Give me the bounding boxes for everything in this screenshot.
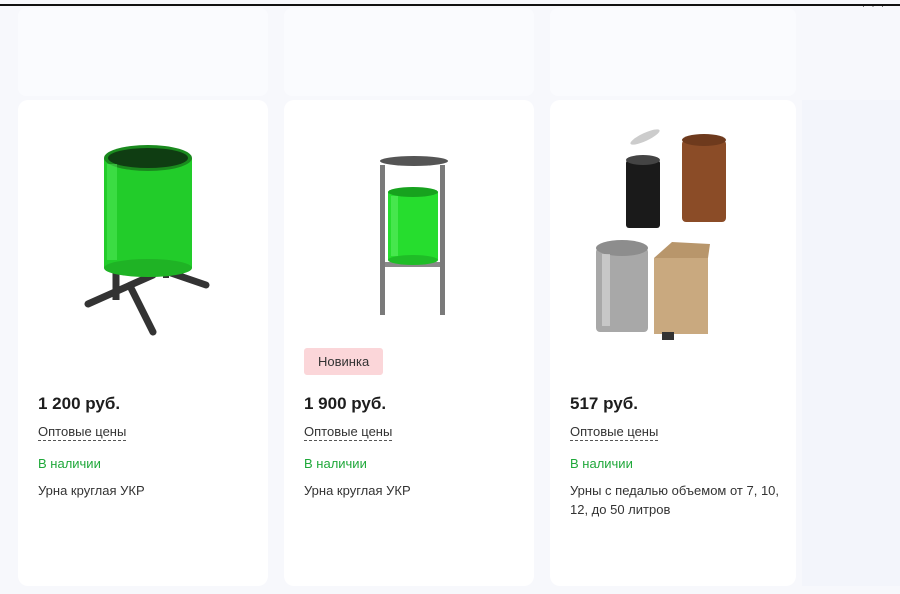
next-card-peek [802, 100, 900, 586]
wholesale-prices-link[interactable]: Оптовые цены [304, 424, 393, 441]
product-name-link[interactable]: Урна круглая УКР [38, 481, 253, 500]
stock-status: В наличии [38, 456, 101, 471]
new-badge: Новинка [304, 348, 384, 375]
previous-row-card-2 [284, 8, 534, 96]
product-name-link[interactable]: Урны с педалью объемом от 7, 10, 12, до … [570, 481, 785, 519]
wholesale-prices-link[interactable]: Оптовые цены [38, 424, 127, 441]
round-bin-on-cross-stand-image[interactable] [18, 110, 268, 350]
top-divider [0, 4, 900, 6]
product-card-2[interactable]: Новинка 1 900 руб. Оптовые цены В наличи… [284, 100, 534, 586]
wholesale-prices-link[interactable]: Оптовые цены [570, 424, 659, 441]
previous-row-card-1 [18, 8, 268, 96]
product-name-link[interactable]: Урна круглая УКР [304, 481, 519, 500]
round-bin-on-post-stand-image[interactable] [284, 110, 534, 350]
previous-row-card-3 [550, 8, 796, 96]
stock-status: В наличии [304, 456, 367, 471]
price: 517 руб. [570, 394, 638, 413]
stock-status: В наличии [570, 456, 633, 471]
price: 1 200 руб. [38, 394, 121, 413]
product-card-1[interactable]: 1 200 руб. Оптовые цены В наличии Урна к… [18, 100, 268, 586]
price: 1 900 руб. [304, 394, 387, 413]
scroll-indicator-icon: · · · [862, 1, 886, 11]
product-card-3[interactable]: 517 руб. Оптовые цены В наличии Урны с п… [550, 100, 796, 586]
pedal-bins-image[interactable] [550, 110, 796, 350]
